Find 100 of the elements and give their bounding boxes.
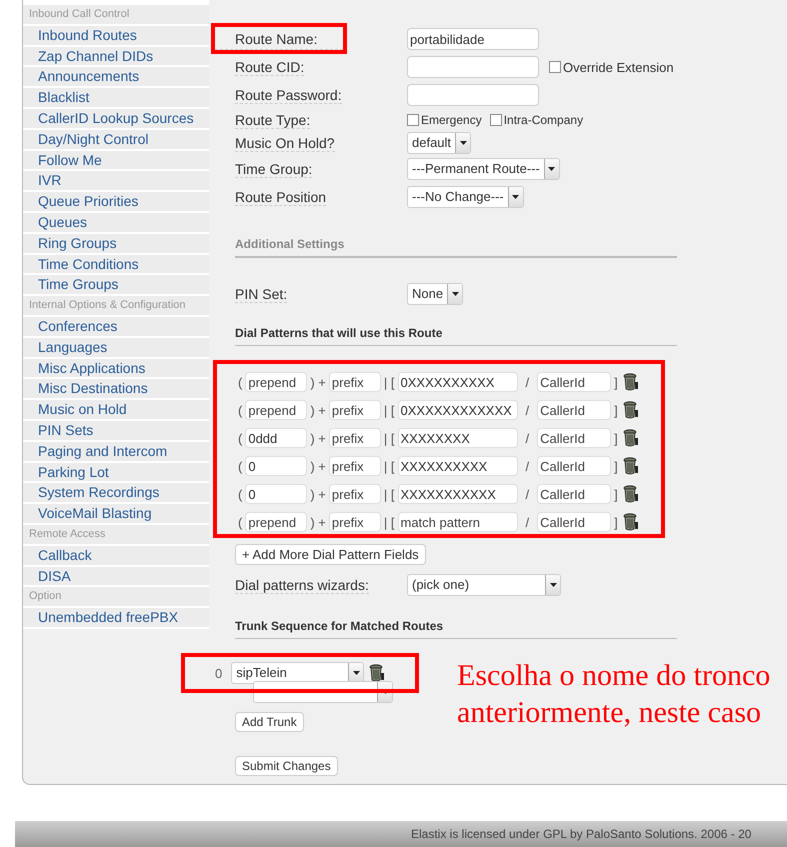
- menu-item[interactable]: Parking Lot: [23, 462, 209, 484]
- text-field[interactable]: portabilidade: [407, 28, 539, 50]
- menu-item[interactable]: System Recordings: [23, 483, 209, 504]
- field-label: Music On Hold?: [235, 135, 335, 152]
- pattern-field[interactable]: 0XXXXXXXXXXXX: [398, 400, 518, 420]
- pattern-field[interactable]: CallerId: [537, 512, 612, 532]
- select-field[interactable]: None: [407, 283, 464, 305]
- menu-item[interactable]: Languages: [23, 338, 209, 359]
- pattern-field[interactable]: match pattern: [398, 512, 518, 532]
- checkbox[interactable]: [407, 114, 419, 126]
- bracket-text: | [: [382, 514, 396, 530]
- pattern-field[interactable]: prefix: [328, 456, 381, 476]
- field-label: Dial patterns wizards:: [235, 577, 369, 594]
- trunk-position: 0: [215, 666, 224, 680]
- menu-group-heading: Remote Access: [23, 524, 209, 546]
- trash-icon[interactable]: [622, 485, 639, 503]
- bracket-text: ]: [613, 402, 619, 418]
- section-heading: Additional Settings: [235, 237, 677, 258]
- bracket-text: ) +: [309, 430, 327, 446]
- menu-item[interactable]: Paging and Intercom: [23, 442, 209, 463]
- bracket-text: (: [237, 430, 244, 446]
- pattern-field[interactable]: prefix: [328, 512, 381, 532]
- menu-item[interactable]: Announcements: [23, 67, 209, 88]
- pattern-field[interactable]: prefix: [328, 428, 381, 448]
- menu-item[interactable]: Music on Hold: [23, 400, 209, 421]
- pattern-field[interactable]: prepend: [245, 400, 308, 420]
- menu-item[interactable]: CallerID Lookup Sources: [23, 108, 209, 130]
- pattern-field[interactable]: 0: [245, 484, 308, 504]
- bracket-text: (: [237, 514, 244, 530]
- checkbox[interactable]: [490, 114, 502, 126]
- pattern-field[interactable]: prefix: [328, 372, 381, 392]
- menu-item[interactable]: Misc Destinations: [23, 379, 209, 400]
- pattern-field[interactable]: XXXXXXXX: [398, 428, 518, 448]
- field-label: Route Type:: [235, 112, 310, 129]
- menu-item[interactable]: VoiceMail Blasting: [23, 504, 209, 525]
- menu-item[interactable]: Time Conditions: [23, 254, 209, 276]
- bracket-text: (: [237, 402, 244, 418]
- pattern-field[interactable]: prepend: [245, 512, 308, 532]
- menu-group-heading: Inbound Call Control: [23, 5, 209, 26]
- bracket-text: | [: [382, 458, 396, 474]
- bracket-text: ]: [613, 458, 619, 474]
- pattern-field[interactable]: CallerId: [537, 456, 612, 476]
- bracket-text: /: [524, 514, 530, 530]
- trash-icon[interactable]: [622, 401, 639, 419]
- annotation-text: Escolha o nome do tronco: [457, 658, 770, 694]
- bracket-text: /: [524, 486, 530, 502]
- select-field[interactable]: ---Permanent Route---: [407, 158, 560, 180]
- pattern-field[interactable]: CallerId: [537, 484, 612, 504]
- pattern-field[interactable]: prefix: [328, 400, 381, 420]
- trash-icon[interactable]: [622, 513, 639, 531]
- section-heading: Dial Patterns that will use this Route: [235, 326, 677, 346]
- text-field[interactable]: [407, 84, 539, 106]
- add-trunk-button[interactable]: Add Trunk: [235, 712, 304, 732]
- field-label: Route Position: [235, 189, 326, 206]
- pattern-field[interactable]: XXXXXXXXXXX: [398, 484, 518, 504]
- pattern-field[interactable]: prepend: [245, 372, 308, 392]
- menu-item[interactable]: Misc Applications: [23, 358, 209, 380]
- pattern-field[interactable]: 0: [245, 456, 308, 476]
- menu-item[interactable]: Zap Channel DIDs: [23, 46, 209, 68]
- menu-item[interactable]: PIN Sets: [23, 420, 209, 442]
- menu-group-heading: Internal Options & Configuration: [23, 296, 209, 317]
- submit-button[interactable]: Submit Changes: [235, 756, 338, 776]
- pattern-field[interactable]: XXXXXXXXXX: [398, 456, 518, 476]
- pattern-field[interactable]: CallerId: [537, 400, 612, 420]
- menu-item[interactable]: Inbound Routes: [23, 26, 209, 47]
- menu-item[interactable]: Conferences: [23, 316, 209, 338]
- field-label: Time Group:: [235, 161, 312, 178]
- menu-item[interactable]: Queues: [23, 212, 209, 234]
- pattern-field[interactable]: prefix: [328, 484, 381, 504]
- field-label: Route CID:: [235, 59, 304, 76]
- menu-item[interactable]: Day/Night Control: [23, 130, 209, 151]
- menu-item[interactable]: Follow Me: [23, 150, 209, 172]
- section-heading: Trunk Sequence for Matched Routes: [235, 619, 677, 639]
- menu-item[interactable]: IVR: [23, 171, 209, 192]
- select-field[interactable]: ---No Change---: [407, 186, 524, 208]
- menu-item[interactable]: Callback: [23, 546, 209, 567]
- menu-item[interactable]: Queue Priorities: [23, 192, 209, 213]
- trash-icon[interactable]: [369, 664, 385, 682]
- bracket-text: ]: [613, 486, 619, 502]
- checkbox-label: Emergency: [421, 113, 482, 127]
- select-field[interactable]: default: [407, 132, 472, 154]
- menu-item[interactable]: Unembedded freePBX: [23, 608, 209, 629]
- menu-item[interactable]: DISA: [23, 566, 209, 588]
- trash-icon[interactable]: [622, 429, 639, 447]
- bracket-text: ) +: [309, 514, 327, 530]
- menu-item[interactable]: Time Groups: [23, 275, 209, 296]
- pattern-field[interactable]: 0XXXXXXXXXX: [398, 372, 518, 392]
- text-field[interactable]: [407, 56, 539, 78]
- select-field[interactable]: (pick one): [407, 574, 561, 596]
- pattern-field[interactable]: CallerId: [537, 372, 612, 392]
- field-label: PIN Set:: [235, 286, 288, 303]
- trash-icon[interactable]: [622, 373, 639, 391]
- menu-item[interactable]: Ring Groups: [23, 234, 209, 255]
- trash-icon[interactable]: [622, 457, 639, 475]
- pattern-field[interactable]: CallerId: [537, 428, 612, 448]
- checkbox[interactable]: [549, 61, 561, 73]
- checkbox-label: Override Extension: [563, 60, 674, 74]
- menu-item[interactable]: Blacklist: [23, 88, 209, 109]
- add-patterns-button[interactable]: + Add More Dial Pattern Fields: [235, 544, 426, 565]
- pattern-field[interactable]: 0ddd: [245, 428, 308, 448]
